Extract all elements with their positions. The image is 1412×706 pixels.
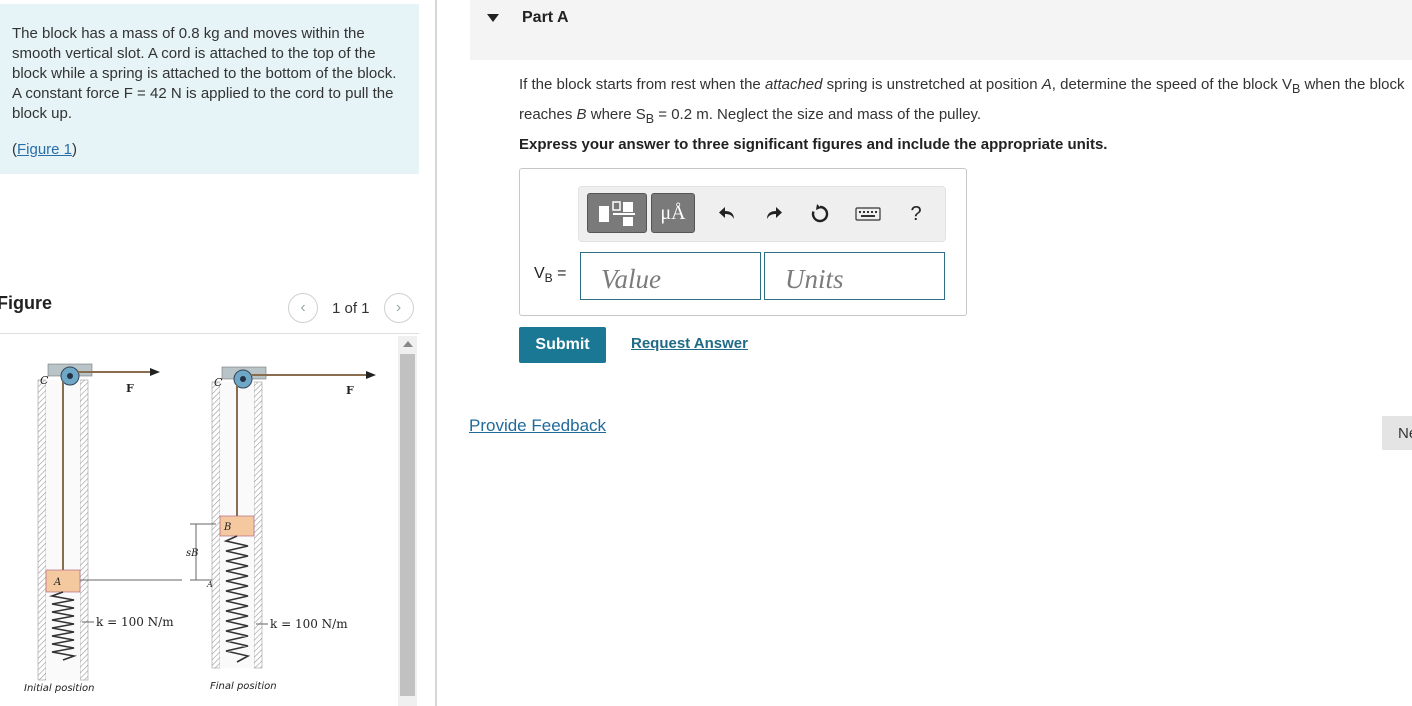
variable-name: V bbox=[534, 265, 545, 282]
final-position-diagram: C F B sB A k = 100 N/m Final position bbox=[186, 366, 376, 692]
q-text: where S bbox=[586, 106, 646, 123]
label-a-marker: A bbox=[206, 580, 213, 589]
q-subscript: B bbox=[645, 112, 655, 126]
question-text: If the block starts from rest when the a… bbox=[519, 72, 1412, 132]
figure-pager: ‹ 1 of 1 › bbox=[288, 293, 414, 323]
label-k-left: k = 100 N/m bbox=[96, 615, 174, 629]
collapse-caret-icon[interactable] bbox=[487, 14, 499, 22]
figure-image: C F A k = 100 N/m Initial position C F B… bbox=[24, 363, 376, 694]
block-a bbox=[45, 569, 81, 593]
answer-box: μÅ ? VB = bbox=[519, 168, 967, 316]
pulley-axle-final bbox=[240, 376, 246, 382]
figure-link-row: (Figure 1) bbox=[12, 140, 407, 160]
label-c-right: C bbox=[214, 376, 223, 389]
provide-feedback-link[interactable]: Provide Feedback bbox=[469, 416, 606, 436]
problem-statement: The block has a mass of 0.8 kg and moves… bbox=[12, 25, 397, 122]
part-a-header[interactable]: Part A bbox=[470, 0, 1412, 60]
q-text: reaches bbox=[519, 106, 577, 123]
slot-wall-left bbox=[37, 379, 47, 681]
symbols-button[interactable]: μÅ bbox=[651, 193, 695, 233]
q-text: If the block starts from rest when the bbox=[519, 76, 765, 93]
label-k-right: k = 100 N/m bbox=[270, 617, 348, 631]
question-line-1: If the block starts from rest when the a… bbox=[519, 72, 1412, 102]
chevron-right-icon: › bbox=[395, 299, 402, 316]
q-point-b: B bbox=[576, 106, 587, 123]
figure-link[interactable]: Figure 1 bbox=[17, 141, 72, 158]
caption-final: Final position bbox=[210, 681, 277, 692]
label-f-right: F bbox=[346, 384, 354, 397]
figure-page-indicator: 1 of 1 bbox=[332, 299, 370, 317]
next-button[interactable]: Next bbox=[1382, 416, 1412, 450]
units-input[interactable] bbox=[764, 252, 945, 300]
keyboard-icon[interactable] bbox=[855, 201, 881, 227]
q-text: when the block bbox=[1300, 76, 1405, 93]
caption-initial: Initial position bbox=[24, 683, 94, 694]
part-title: Part A bbox=[522, 9, 569, 26]
undo-icon[interactable] bbox=[715, 201, 741, 227]
label-a-left: A bbox=[53, 577, 61, 588]
force-arrow-final-icon bbox=[366, 371, 376, 379]
submit-button[interactable]: Submit bbox=[519, 327, 606, 363]
scroll-up-arrow-icon[interactable] bbox=[403, 341, 413, 347]
math-toolbar: μÅ ? bbox=[578, 186, 946, 242]
variable-subscript: B bbox=[544, 271, 553, 286]
initial-position-diagram: C F A k = 100 N/m Initial position bbox=[24, 363, 182, 694]
label-f-left: F bbox=[126, 382, 134, 395]
reset-icon[interactable] bbox=[807, 201, 833, 227]
figure-prev-button[interactable]: ‹ bbox=[288, 293, 318, 323]
label-sb: sB bbox=[186, 548, 198, 559]
label-c-left: C bbox=[40, 374, 49, 387]
answer-variable-label: VB = bbox=[534, 265, 566, 285]
figure-next-button[interactable]: › bbox=[383, 293, 414, 323]
slot-wall-right bbox=[79, 379, 89, 681]
figure-scrollbar-thumb[interactable] bbox=[400, 354, 415, 696]
figure-link-paren-close: ) bbox=[72, 141, 78, 158]
label-b-right: B bbox=[223, 522, 231, 533]
slot-wall-right-final bbox=[253, 381, 263, 669]
q-text: spring is unstretched at position bbox=[822, 76, 1042, 93]
value-input[interactable] bbox=[580, 252, 761, 300]
force-arrow-icon bbox=[150, 368, 160, 376]
chevron-left-icon: ‹ bbox=[300, 299, 306, 316]
figure-heading: Figure bbox=[0, 293, 53, 313]
equals-sign: = bbox=[552, 265, 567, 282]
q-emphasis: attached bbox=[764, 76, 823, 93]
q-text: , determine the speed of the block V bbox=[1051, 76, 1292, 93]
request-answer-link[interactable]: Request Answer bbox=[631, 335, 748, 352]
question-line-2: reaches B where SB = 0.2 m. Neglect the … bbox=[519, 102, 1412, 132]
help-button[interactable]: ? bbox=[903, 201, 929, 227]
slot-wall-left-final bbox=[211, 381, 221, 669]
q-point-a: A bbox=[1041, 76, 1052, 93]
templates-icon bbox=[599, 201, 635, 226]
problem-intro-panel: The block has a mass of 0.8 kg and moves… bbox=[0, 4, 419, 174]
redo-icon[interactable] bbox=[760, 201, 786, 227]
q-text: = 0.2 m. Neglect the size and mass of th… bbox=[654, 106, 982, 123]
pulley-axle bbox=[67, 373, 73, 379]
templates-button[interactable] bbox=[587, 193, 647, 233]
panel-divider bbox=[435, 0, 437, 706]
answer-instruction: Express your answer to three significant… bbox=[519, 136, 1108, 153]
